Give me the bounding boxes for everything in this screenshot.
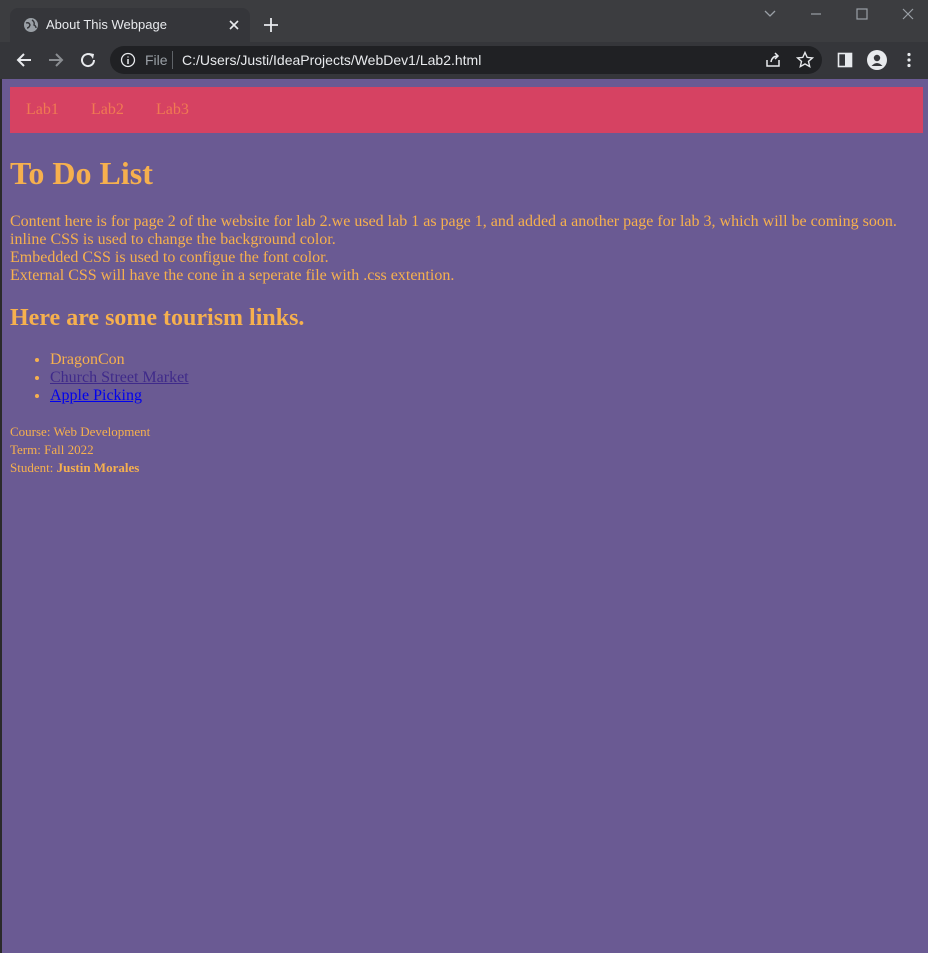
apple-picking-link[interactable]: Apple Picking <box>50 387 142 404</box>
bookmark-star-icon[interactable] <box>796 51 814 69</box>
close-icon[interactable] <box>227 18 241 32</box>
new-tab-icon[interactable] <box>262 16 280 34</box>
tourism-links-list: DragonCon Church Street Market Apple Pic… <box>10 351 189 405</box>
profile-avatar-icon[interactable] <box>867 50 887 70</box>
forward-arrow-icon[interactable] <box>46 50 66 70</box>
more-menu-icon[interactable] <box>900 51 918 69</box>
tab-title: About This Webpage <box>46 17 167 32</box>
links-heading: Here are some tourism links. <box>10 305 305 331</box>
student-prefix: Student: <box>10 460 57 475</box>
church-street-market-link[interactable]: Church Street Market <box>50 369 189 386</box>
url-text[interactable]: C:/Users/Justi/IdeaProjects/WebDev1/Lab2… <box>182 52 481 68</box>
course-info: Course: Web Development Term: Fall 2022 … <box>10 423 150 477</box>
intro-line: Embedded CSS is used to configue the fon… <box>10 249 329 266</box>
student-line: Student: Justin Morales <box>10 459 150 477</box>
page-viewport: Lab1 Lab2 Lab3 To Do List Content here i… <box>0 79 928 953</box>
nav-link-lab1[interactable]: Lab1 <box>26 101 59 119</box>
back-arrow-icon[interactable] <box>14 50 34 70</box>
dragoncon-text: DragonCon <box>50 351 125 368</box>
intro-line: inline CSS is used to change the backgro… <box>10 231 336 248</box>
side-panel-icon[interactable] <box>836 51 854 69</box>
intro-line: External CSS will have the cone in a sep… <box>10 267 455 284</box>
minimize-icon[interactable] <box>806 6 826 22</box>
window-close-icon[interactable] <box>898 6 918 22</box>
browser-tab[interactable]: About This Webpage <box>10 8 250 42</box>
info-icon[interactable] <box>120 52 136 68</box>
intro-line: Content here is for page 2 of the websit… <box>10 213 897 230</box>
maximize-icon[interactable] <box>852 6 872 22</box>
term-line: Term: Fall 2022 <box>10 442 94 457</box>
course-line: Course: Web Development <box>10 424 151 439</box>
list-item-dragoncon: DragonCon <box>50 351 189 369</box>
list-item-apple-picking: Apple Picking <box>50 387 189 405</box>
address-separator <box>172 51 173 69</box>
nav-link-lab2[interactable]: Lab2 <box>91 101 124 119</box>
site-nav: Lab1 Lab2 Lab3 <box>10 87 923 133</box>
file-scheme-label: File <box>145 52 168 68</box>
nav-link-lab3[interactable]: Lab3 <box>156 101 189 119</box>
list-item-church-street: Church Street Market <box>50 369 189 387</box>
intro-text: Content here is for page 2 of the websit… <box>10 213 897 285</box>
globe-icon <box>24 18 38 32</box>
student-name: Justin Morales <box>56 460 140 475</box>
tab-search-icon[interactable] <box>760 6 780 22</box>
reload-icon[interactable] <box>78 50 98 70</box>
page-title: To Do List <box>10 155 153 191</box>
share-icon[interactable] <box>764 51 782 69</box>
